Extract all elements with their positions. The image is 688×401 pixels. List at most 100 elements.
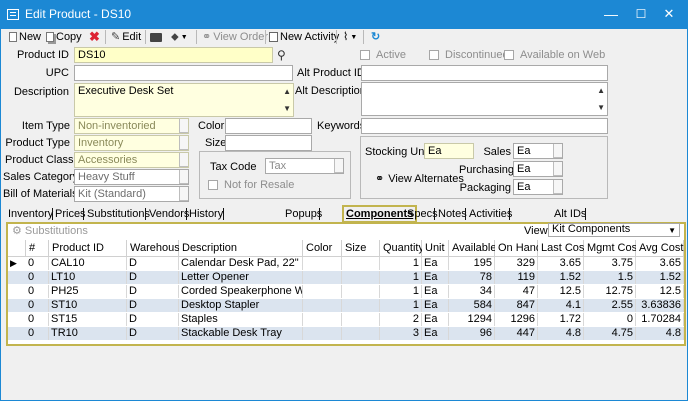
table-cell[interactable] (342, 285, 380, 298)
table-cell[interactable] (342, 313, 380, 326)
search-icon[interactable]: ⚲ (277, 48, 286, 62)
product-class-field[interactable]: Accessories (74, 152, 189, 168)
scroll-up-icon[interactable]: ▲ (597, 84, 605, 97)
table-cell[interactable] (303, 285, 342, 298)
table-cell[interactable]: 1.52 (538, 271, 584, 284)
tab-inventory[interactable]: Inventory (8, 207, 53, 221)
table-cell[interactable]: Ea (422, 257, 449, 270)
table-cell[interactable]: 78 (449, 271, 495, 284)
table-cell[interactable]: Ea (422, 285, 449, 298)
grid-header[interactable]: Avg Cost (636, 240, 684, 257)
grid-header[interactable]: On Hand (495, 240, 542, 257)
grid-header[interactable]: Quantity (380, 240, 424, 257)
table-cell[interactable]: Ea (422, 271, 449, 284)
table-cell[interactable]: 195 (449, 257, 495, 270)
copy-button[interactable]: Copy (46, 30, 82, 44)
table-cell[interactable]: D (127, 299, 179, 312)
view-alternates-button[interactable]: ⚭ View Alternates (375, 172, 464, 186)
packaging-unit-field[interactable]: Ea (513, 179, 563, 195)
table-cell[interactable]: 1.5 (584, 271, 636, 284)
product-type-field[interactable]: Inventory (74, 135, 189, 151)
table-cell[interactable]: Staples (179, 313, 303, 326)
grid-header[interactable]: Available (449, 240, 496, 257)
table-cell[interactable]: TR10 (49, 327, 127, 340)
tab-specs[interactable]: Specs (407, 207, 438, 221)
grid-header[interactable]: Mgmt Cost (584, 240, 640, 257)
table-cell[interactable]: Ea (422, 313, 449, 326)
discontinued-checkbox[interactable]: Discontinued (429, 49, 509, 61)
alt-product-id-field[interactable] (361, 65, 608, 81)
grid-header[interactable]: # (26, 240, 49, 257)
table-cell[interactable]: 119 (495, 271, 538, 284)
table-cell[interactable]: Stackable Desk Tray (179, 327, 303, 340)
table-cell[interactable]: D (127, 271, 179, 284)
purchasing-unit-field[interactable]: Ea (513, 161, 563, 177)
table-cell[interactable]: 1.70284 (636, 313, 684, 326)
grid-header[interactable]: Product ID (49, 240, 127, 257)
grid-header[interactable]: Size (342, 240, 380, 257)
table-cell[interactable]: Corded Speakerphone With (179, 285, 303, 298)
maximize-button[interactable]: ☐ (629, 3, 653, 25)
tab-prices[interactable]: Prices (55, 207, 86, 221)
table-cell[interactable]: 12.5 (538, 285, 584, 298)
new-button[interactable]: New (9, 30, 41, 44)
table-cell[interactable] (303, 271, 342, 284)
bill-of-materials-field[interactable]: Kit (Standard) (74, 186, 189, 202)
table-cell[interactable]: 584 (449, 299, 495, 312)
table-cell[interactable]: 1294 (449, 313, 495, 326)
table-cell[interactable]: CAL10 (49, 257, 127, 270)
table-cell[interactable]: 0 (26, 313, 49, 326)
table-cell[interactable]: 0 (584, 313, 636, 326)
table-cell[interactable] (303, 313, 342, 326)
table-cell[interactable]: 96 (449, 327, 495, 340)
attach-button[interactable]: ⌇ ▼ (343, 30, 357, 44)
minimize-button[interactable]: — (599, 3, 623, 25)
table-cell[interactable] (342, 257, 380, 270)
product-id-field[interactable]: DS10 (74, 47, 273, 63)
table-cell[interactable] (303, 257, 342, 270)
table-cell[interactable]: 0 (26, 257, 49, 270)
not-for-resale-checkbox[interactable]: Not for Resale (208, 179, 294, 191)
table-cell[interactable]: D (127, 285, 179, 298)
color-field[interactable] (225, 118, 312, 134)
scroll-down-icon[interactable]: ▼ (283, 102, 291, 115)
table-cell[interactable]: 3 (380, 327, 422, 340)
grid-header[interactable]: Warehouse (127, 240, 186, 257)
available-on-web-checkbox[interactable]: Available on Web (504, 49, 605, 61)
table-cell[interactable]: 2 (380, 313, 422, 326)
table-cell[interactable]: Ea (422, 327, 449, 340)
table-cell[interactable]: 1.72 (538, 313, 584, 326)
new-activity-button[interactable]: New Activity (269, 30, 339, 44)
table-cell[interactable]: 47 (495, 285, 538, 298)
tab-notes[interactable]: Notes (438, 207, 467, 221)
alt-description-field[interactable]: ▲ ▼ (361, 82, 608, 116)
grid-header[interactable]: Color (303, 240, 342, 257)
print-button[interactable] (150, 30, 164, 44)
table-cell[interactable] (303, 327, 342, 340)
table-cell[interactable]: 3.75 (584, 257, 636, 270)
tab-activities[interactable]: Activities (469, 207, 512, 221)
sales-unit-field[interactable]: Ea (513, 143, 563, 159)
table-cell[interactable]: PH25 (49, 285, 127, 298)
table-cell[interactable]: 847 (495, 299, 538, 312)
item-type-field[interactable]: Non-inventoried (74, 118, 189, 134)
table-cell[interactable] (342, 271, 380, 284)
description-field[interactable]: Executive Desk Set ▲ ▼ (74, 83, 294, 117)
table-cell[interactable]: 34 (449, 285, 495, 298)
table-cell[interactable]: 0 (26, 299, 49, 312)
substitutions-button[interactable]: ⚙ Substitutions (12, 224, 88, 238)
table-cell[interactable]: Calendar Desk Pad, 22" x 17" (179, 257, 303, 270)
view-select[interactable]: Kit Components ▼ (548, 223, 680, 237)
table-cell[interactable] (303, 299, 342, 312)
table-cell[interactable]: 447 (495, 327, 538, 340)
table-cell[interactable]: 4.8 (636, 327, 684, 340)
table-cell[interactable]: Ea (422, 299, 449, 312)
table-cell[interactable]: 12.5 (636, 285, 684, 298)
table-cell[interactable]: 0 (26, 271, 49, 284)
stocking-unit-field[interactable]: Ea (424, 143, 474, 159)
table-cell[interactable]: LT10 (49, 271, 127, 284)
grid-header[interactable]: Last Cost (538, 240, 587, 257)
grid-header[interactable]: Description (179, 240, 303, 257)
tab-components[interactable]: Components (342, 205, 418, 223)
upc-field[interactable] (74, 65, 293, 81)
